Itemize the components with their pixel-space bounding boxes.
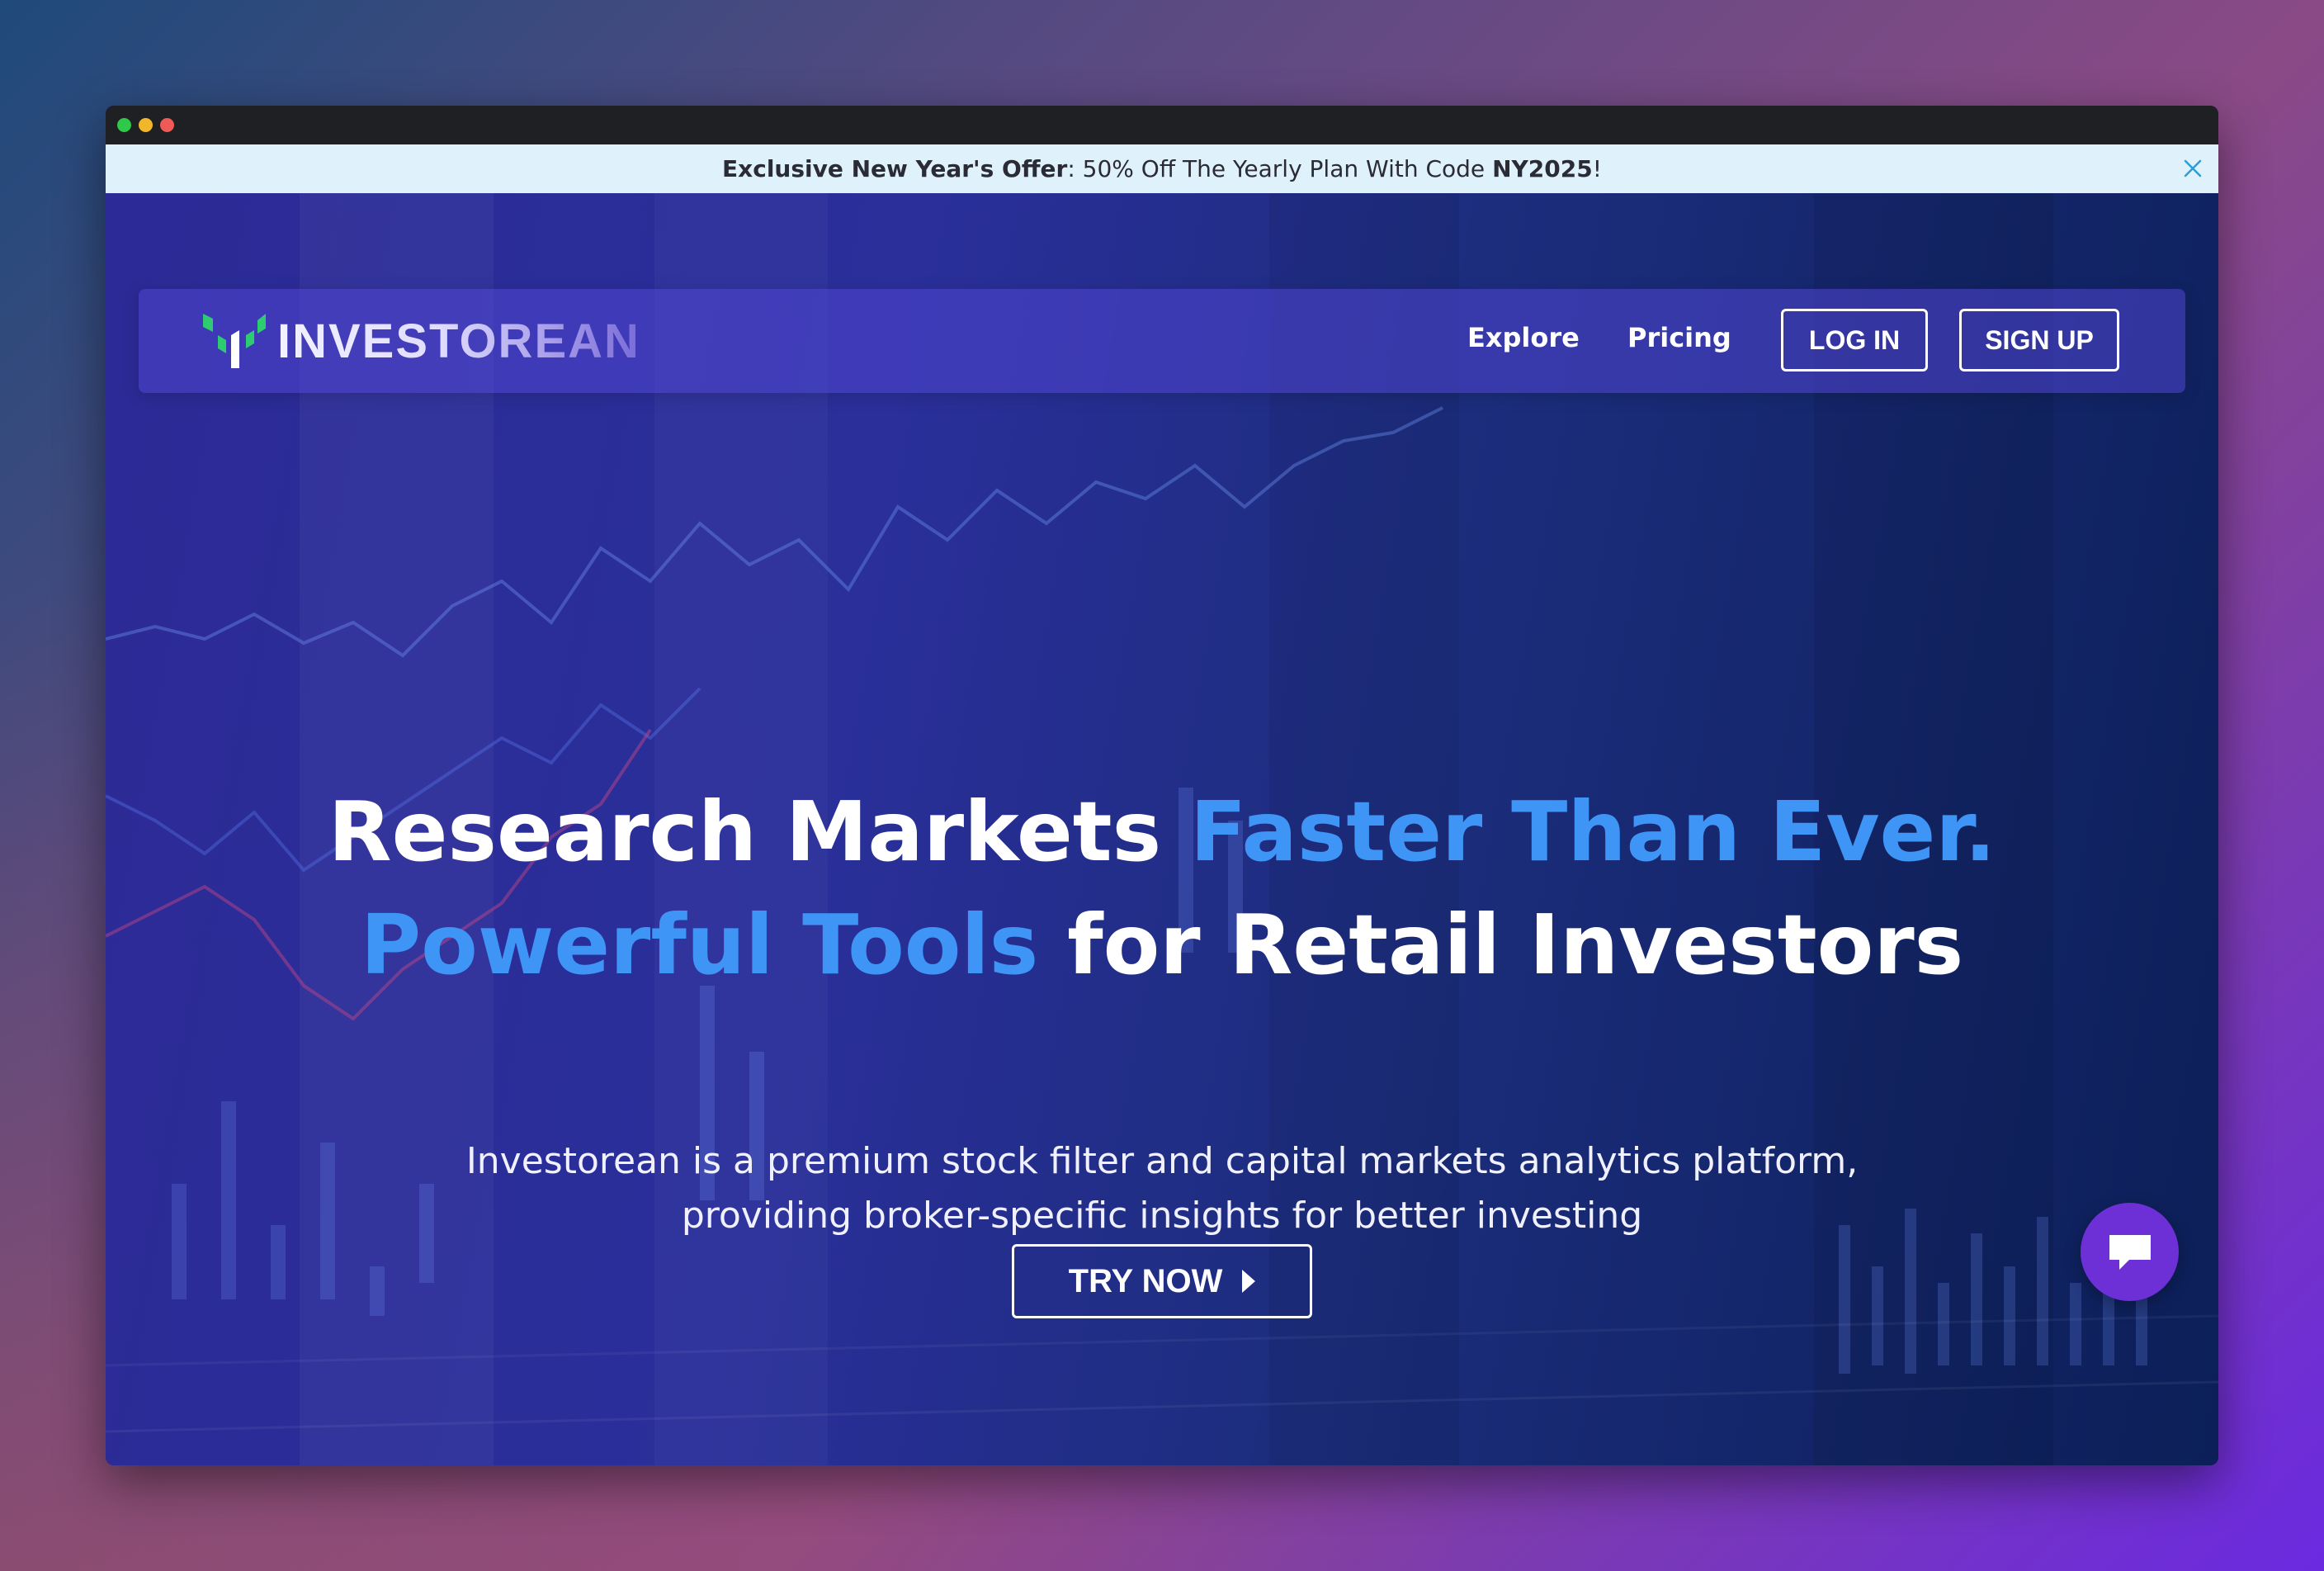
caret-right-icon — [1242, 1270, 1256, 1293]
window-minimize-button[interactable] — [139, 118, 153, 132]
brand-name: INVESTOREAN — [277, 314, 640, 368]
window-zoom-button[interactable] — [117, 118, 131, 132]
signup-button[interactable]: SIGN UP — [1959, 309, 2119, 371]
browser-window: Exclusive New Year's Offer: 50% Off The … — [106, 106, 2218, 1465]
hero-headline-line2: Powerful Tools for Retail Investors — [106, 897, 2218, 993]
hero-subtitle: Investorean is a premium stock filter an… — [106, 1134, 2218, 1243]
nav-pricing[interactable]: Pricing — [1627, 322, 1731, 353]
headline-white-text: Research Markets — [328, 783, 1190, 880]
window-titlebar — [106, 106, 2218, 144]
investorean-logo-icon — [203, 314, 266, 368]
promo-banner: Exclusive New Year's Offer: 50% Off The … — [106, 144, 2218, 193]
promo-lead: Exclusive New Year's Offer — [722, 155, 1068, 182]
hero-subtitle-line1: Investorean is a premium stock filter an… — [465, 1140, 1859, 1182]
hero-subtitle-line2: providing broker-specific insights for b… — [681, 1195, 1643, 1237]
headline-accent-text: Powerful Tools — [360, 897, 1039, 993]
promo-tail: ! — [1592, 155, 1602, 182]
brand-logo[interactable]: INVESTOREAN — [203, 314, 640, 368]
login-button[interactable]: LOG IN — [1781, 309, 1928, 371]
try-now-label: TRY NOW — [1068, 1262, 1223, 1299]
chat-launcher-button[interactable] — [2081, 1203, 2179, 1301]
window-close-button[interactable] — [160, 118, 174, 132]
chat-bubble-icon — [2109, 1234, 2151, 1270]
top-navbar: INVESTOREAN Explore Pricing LOG IN SIGN … — [139, 289, 2185, 393]
hero-headline-line1: Research Markets Faster Than Ever. — [106, 783, 2218, 880]
close-icon[interactable] — [2182, 158, 2204, 179]
nav-explore[interactable]: Explore — [1467, 322, 1580, 353]
promo-code: NY2025 — [1492, 155, 1593, 182]
promo-text: : 50% Off The Yearly Plan With Code — [1067, 155, 1493, 182]
try-now-button[interactable]: TRY NOW — [1012, 1244, 1312, 1318]
headline-white-text: for Retail Investors — [1038, 897, 1964, 993]
hero-section: INVESTOREAN Explore Pricing LOG IN SIGN … — [106, 193, 2218, 1465]
headline-accent-text: Faster Than Ever. — [1189, 783, 1996, 880]
